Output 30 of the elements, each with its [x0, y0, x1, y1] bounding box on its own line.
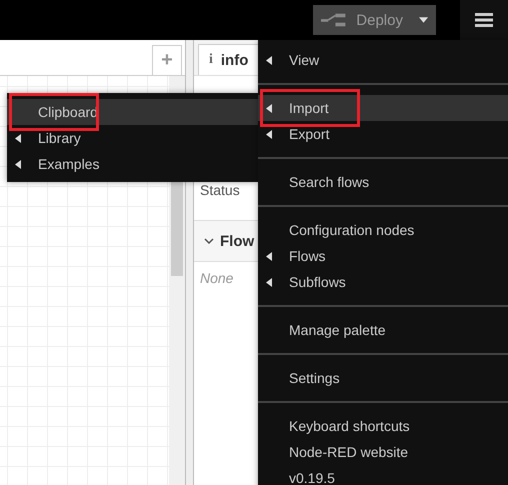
menu-item[interactable]: Manage palette	[258, 317, 508, 343]
status-label: Status	[199, 181, 241, 200]
menu-item[interactable]: Search flows	[258, 169, 508, 195]
flow-icon	[321, 13, 346, 27]
menu-item[interactable]: v0.19.5	[258, 465, 508, 485]
menu-icon	[475, 13, 493, 27]
caret-icon	[266, 278, 272, 287]
menu-item[interactable]: Import	[258, 95, 508, 121]
menu-item[interactable]: Node-RED website	[258, 439, 508, 465]
menu-item[interactable]: Examples	[7, 151, 258, 177]
caret-icon	[15, 160, 21, 169]
caret-icon	[266, 56, 272, 65]
info-icon: i	[209, 52, 213, 68]
caret-icon	[266, 130, 272, 139]
caret-icon	[266, 252, 272, 261]
tab-label: info	[220, 52, 248, 68]
empty-text: None	[199, 269, 234, 288]
menu-button[interactable]	[460, 0, 508, 40]
menu-item[interactable]: Settings	[258, 365, 508, 391]
dropdown-caret-icon	[418, 17, 428, 23]
menu-item[interactable]: Flows	[258, 243, 508, 269]
caret-icon	[15, 134, 21, 143]
sidebar-tab[interactable]: i info	[198, 44, 260, 75]
menu-item[interactable]: Subflows	[258, 269, 508, 295]
menu-item[interactable]: Keyboard shortcuts	[258, 413, 508, 439]
menu-item[interactable]: Library	[7, 125, 258, 151]
menu-item[interactable]: Configuration nodes	[258, 217, 508, 243]
caret-icon	[266, 104, 272, 113]
menu-item[interactable]: View	[258, 47, 508, 73]
menu-item[interactable]: Export	[258, 121, 508, 147]
